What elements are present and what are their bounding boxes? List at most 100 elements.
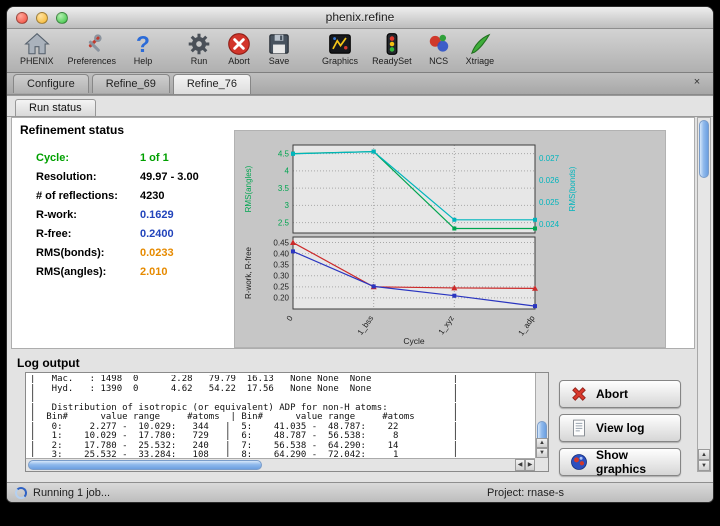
scroll-down-icon[interactable]: ▼: [536, 448, 548, 458]
svg-text:0.027: 0.027: [539, 154, 560, 163]
close-window-button[interactable]: [16, 12, 28, 24]
zoom-window-button[interactable]: [56, 12, 68, 24]
toolbar-button-label: Save: [269, 56, 290, 66]
svg-text:RMS(bonds): RMS(bonds): [568, 166, 577, 211]
xtriage-icon: [467, 31, 493, 57]
toolbar-button-label: PHENIX: [20, 56, 54, 66]
log-text: | Mac. : 1498 0 2.28 79.79 16.13 None No…: [30, 375, 534, 457]
log-horizontal-scrollbar[interactable]: ◀ ▶: [26, 458, 535, 471]
tab-refine-76[interactable]: Refine_76: [173, 74, 251, 94]
svg-text:0.025: 0.025: [539, 198, 560, 207]
stat-label: Cycle:: [36, 152, 140, 164]
tab-content: Run status Refinement status Cycle:1 of …: [7, 95, 713, 482]
main-vertical-scrollbar[interactable]: ▲ ▼: [697, 117, 711, 472]
app-window: phenix.refine PHENIX Preferences ?Help Run A…: [6, 6, 714, 503]
toolbar-button-graphics[interactable]: Graphics: [315, 30, 365, 66]
svg-text:1_adp: 1_adp: [517, 314, 537, 338]
stat-row-rms-bonds-: RMS(bonds):0.0233: [36, 243, 199, 262]
view-log-button[interactable]: View log: [559, 414, 681, 442]
stat-value: 1 of 1: [140, 152, 169, 164]
toolbar-button-xtriage[interactable]: Xtriage: [459, 30, 502, 66]
svg-text:2.5: 2.5: [278, 218, 290, 227]
readyset-icon: [379, 31, 405, 57]
toolbar-button-label: Abort: [228, 56, 250, 66]
abort-icon: [226, 31, 252, 57]
stat-value: 0.0233: [140, 247, 174, 259]
refinement-status-panel: Refinement status Cycle:1 of 1Resolution…: [11, 117, 695, 349]
toolbar-button-label: NCS: [429, 56, 448, 66]
window-controls: [16, 12, 68, 24]
progress-spinner-icon: [15, 487, 27, 499]
tab-close-button[interactable]: ×: [690, 76, 704, 90]
log-line: | 3: 25.532 - 33.284: 108 | 8: 64.290 - …: [30, 451, 534, 457]
toolbar-button-label: Xtriage: [466, 56, 495, 66]
toolbar-button-ncs[interactable]: NCS: [419, 30, 459, 66]
scroll-down-icon[interactable]: ▼: [698, 460, 710, 471]
log-vertical-scrollbar[interactable]: ▲ ▼: [535, 373, 548, 458]
stat-row-rms-angles-: RMS(angles):2.010: [36, 262, 199, 281]
svg-text:3.5: 3.5: [278, 184, 290, 193]
toolbar-button-help[interactable]: ?Help: [123, 30, 163, 66]
screen: phenix.refine PHENIX Preferences ?Help Run A…: [0, 0, 720, 526]
action-button-label: Abort: [596, 387, 628, 401]
action-button-label: Show graphics: [596, 448, 671, 476]
scroll-right-icon[interactable]: ▶: [525, 459, 535, 471]
toolbar-button-label: Run: [191, 56, 208, 66]
minimize-window-button[interactable]: [36, 12, 48, 24]
svg-text:0.45: 0.45: [273, 238, 289, 247]
tab-refine-69[interactable]: Refine_69: [92, 74, 170, 93]
stat-row-resolution-: Resolution:49.97 - 3.00: [36, 167, 199, 186]
refinement-progress-chart: 4.543.532.50.0270.0260.0250.024RMS(angle…: [235, 131, 665, 347]
toolbar-button-phenix[interactable]: PHENIX: [13, 30, 61, 66]
svg-text:0.25: 0.25: [273, 283, 289, 292]
toolbar-button-readyset[interactable]: ReadySet: [365, 30, 419, 66]
run-icon: [186, 31, 212, 57]
abort-button[interactable]: Abort: [559, 380, 681, 408]
subtab-run-status[interactable]: Run status: [15, 99, 96, 117]
tab-bar: ConfigureRefine_69Refine_76 ×: [7, 73, 713, 95]
stat-value: 0.1629: [140, 209, 174, 221]
svg-text:1_bss: 1_bss: [356, 314, 376, 337]
phenix-home-icon: [24, 31, 50, 57]
toolbar-button-run[interactable]: Run: [179, 30, 219, 66]
svg-text:0.026: 0.026: [539, 176, 560, 185]
scroll-up-icon[interactable]: ▲: [536, 438, 548, 448]
show-graphics-icon: [569, 452, 589, 472]
titlebar[interactable]: phenix.refine: [7, 7, 713, 29]
stat-label: R-free:: [36, 228, 140, 240]
svg-text:3: 3: [285, 201, 290, 210]
stat-label: RMS(angles):: [36, 266, 140, 278]
stat-value: 49.97 - 3.00: [140, 171, 199, 183]
window-title: phenix.refine: [7, 7, 713, 28]
chart-panel: 4.543.532.50.0270.0260.0250.024RMS(angle…: [234, 130, 666, 348]
stat-value: 4230: [140, 190, 164, 202]
svg-text:RMS(angles): RMS(angles): [244, 165, 253, 212]
project-label: Project: rnase-s: [487, 487, 564, 499]
svg-text:4: 4: [285, 167, 290, 176]
status-bar: Running 1 job... Project: rnase-s: [7, 482, 713, 502]
toolbar-button-abort[interactable]: Abort: [219, 30, 259, 66]
svg-text:R-work, R-free: R-work, R-free: [244, 246, 253, 299]
main-scroll-thumb[interactable]: [699, 120, 709, 178]
svg-text:0.30: 0.30: [273, 272, 289, 281]
log-output-box[interactable]: | Mac. : 1498 0 2.28 79.79 16.13 None No…: [25, 372, 549, 472]
view-log-icon: [569, 418, 589, 438]
tab-configure[interactable]: Configure: [13, 74, 89, 93]
log-output-heading: Log output: [17, 356, 80, 370]
toolbar-button-save[interactable]: Save: [259, 30, 299, 66]
toolbar-button-label: Help: [134, 56, 153, 66]
save-icon: [266, 31, 292, 57]
stat-row-r-work-: R-work:0.1629: [36, 205, 199, 224]
status-text: Running 1 job...: [33, 487, 110, 499]
toolbar-button-label: Preferences: [68, 56, 117, 66]
svg-text:0.024: 0.024: [539, 220, 560, 229]
toolbar-button-preferences[interactable]: Preferences: [61, 30, 124, 66]
svg-text:Cycle: Cycle: [403, 336, 425, 346]
log-hscroll-thumb[interactable]: [28, 460, 262, 470]
scroll-left-icon[interactable]: ◀: [515, 459, 525, 471]
show-graphics-button[interactable]: Show graphics: [559, 448, 681, 476]
toolbar-button-label: Graphics: [322, 56, 358, 66]
svg-text:0.20: 0.20: [273, 294, 289, 303]
scroll-up-icon[interactable]: ▲: [698, 449, 710, 460]
scrollbar-corner: [535, 458, 548, 471]
